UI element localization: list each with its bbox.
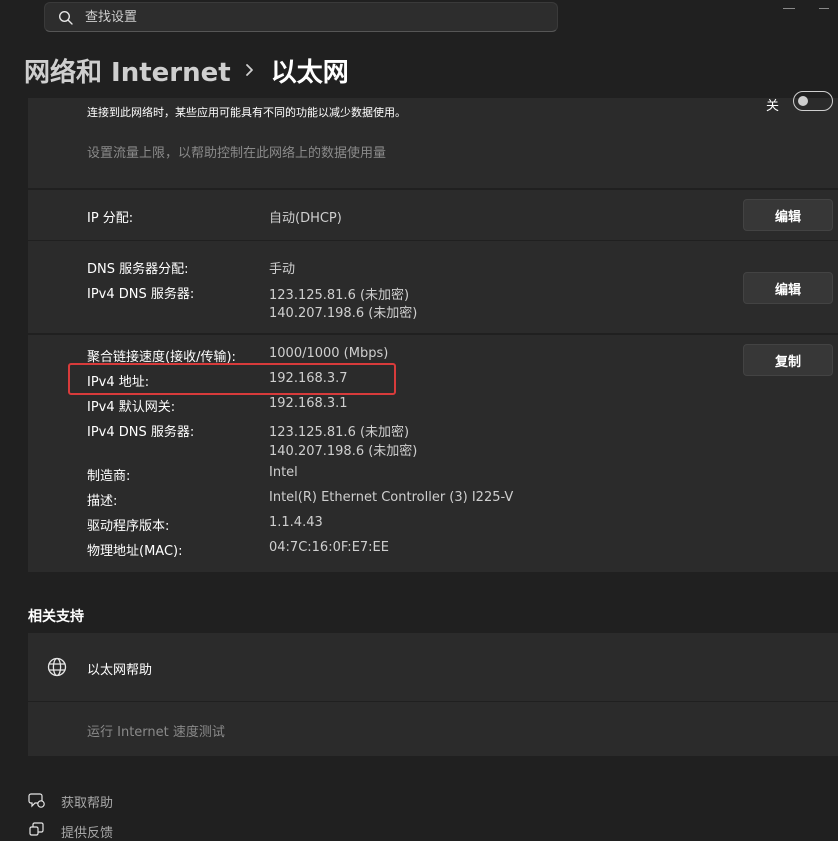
search-icon — [58, 10, 73, 25]
search-box[interactable] — [44, 2, 558, 32]
data-limit-link[interactable]: 设置流量上限，以帮助控制在此网络上的数据使用量 — [87, 142, 386, 161]
property-value-description: Intel(R) Ethernet Controller (3) I225-V — [269, 490, 514, 505]
get-help-link[interactable]: 获取帮助 — [61, 792, 113, 811]
feedback-link[interactable]: 提供反馈 — [61, 822, 113, 841]
metered-description: 连接到此网络时，某些应用可能具有不同的功能以减少数据使用。 — [87, 106, 406, 119]
edit-ip-assignment-button[interactable]: 编辑 — [743, 199, 833, 231]
property-value-mac: 04:7C:16:0F:E7:EE — [269, 540, 389, 555]
page-title: 以太网 — [270, 57, 349, 88]
toggle-knob — [798, 96, 808, 106]
window-control-icon[interactable] — [819, 8, 829, 9]
ethernet-help-label: 以太网帮助 — [87, 663, 153, 678]
search-input[interactable] — [85, 3, 545, 31]
edit-dns-button[interactable]: 编辑 — [743, 272, 833, 304]
property-label-gateway: IPv4 默认网关: — [87, 400, 176, 415]
breadcrumb: 网络和 Internet 以太网 — [24, 52, 349, 88]
property-label-manufacturer: 制造商: — [87, 469, 131, 484]
feedback-icon — [29, 822, 44, 836]
metered-toggle[interactable] — [793, 91, 833, 111]
property-value-link-speed: 1000/1000 (Mbps) — [269, 346, 389, 361]
toggle-state-label: 关 — [766, 99, 780, 114]
property-label-mac: 物理地址(MAC): — [87, 544, 183, 559]
dns-assignment-value: 手动 — [269, 262, 296, 277]
ipv4-dns-value-1: 123.125.81.6 (未加密) — [269, 288, 410, 303]
property-value-ipv4-dns-2: 140.207.198.6 (未加密) — [269, 444, 418, 459]
dns-assignment-label: DNS 服务器分配: — [87, 262, 189, 277]
speed-test-link[interactable]: 运行 Internet 速度测试 — [87, 721, 225, 740]
ip-assignment-card — [28, 190, 838, 240]
ipv4-dns-value-2: 140.207.198.6 (未加密) — [269, 306, 418, 321]
property-label-description: 描述: — [87, 494, 118, 509]
property-value-ipv4-dns-1: 123.125.81.6 (未加密) — [269, 425, 410, 440]
related-support-title: 相关支持 — [28, 609, 84, 625]
property-label-ipv4-dns: IPv4 DNS 服务器: — [87, 425, 195, 440]
breadcrumb-parent[interactable]: 网络和 Internet — [24, 52, 231, 89]
chevron-right-icon — [231, 52, 271, 88]
copy-button[interactable]: 复制 — [743, 344, 833, 376]
property-value-manufacturer: Intel — [269, 465, 298, 480]
help-chat-icon — [28, 793, 45, 808]
globe-icon — [47, 657, 67, 677]
minimize-icon[interactable] — [783, 8, 795, 9]
property-value-driver-version: 1.1.4.43 — [269, 515, 323, 530]
ip-assignment-value: 自动(DHCP) — [269, 211, 342, 226]
ip-assignment-label: IP 分配: — [87, 211, 134, 226]
property-value-gateway: 192.168.3.1 — [269, 396, 348, 411]
ipv4-address-highlight — [68, 363, 396, 395]
ipv4-dns-label: IPv4 DNS 服务器: — [87, 287, 195, 302]
property-label-driver-version: 驱动程序版本: — [87, 519, 170, 534]
